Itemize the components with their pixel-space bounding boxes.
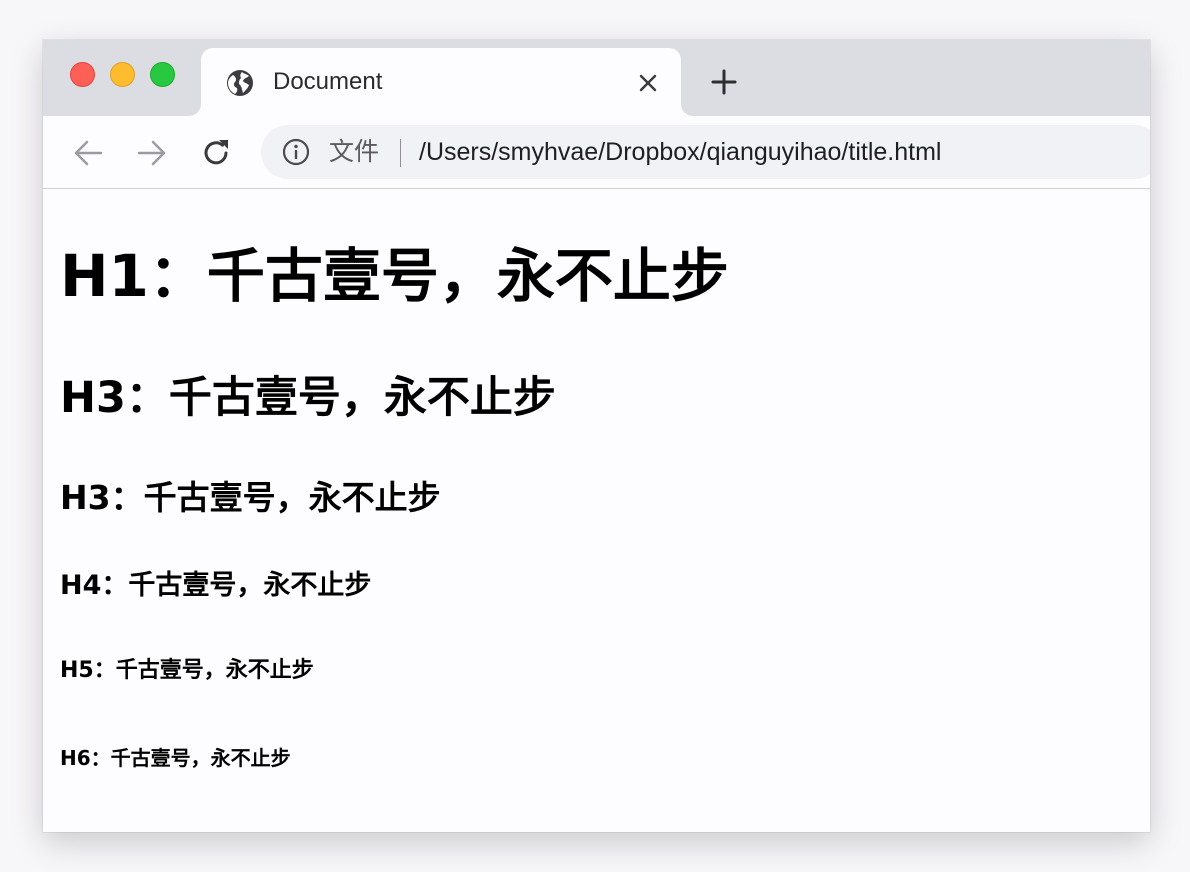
tab-title: Document [273,68,383,95]
plus-icon[interactable] [708,66,740,98]
browser-window: Document 文件 /Users/smyhvae/Dropbox/qiang… [43,40,1150,832]
window-close-button[interactable] [70,62,95,87]
address-bar[interactable]: 文件 /Users/smyhvae/Dropbox/qianguyihao/ti… [261,125,1150,179]
title-bar: Document [43,40,1150,116]
scheme-label: 文件 [329,137,380,166]
url-text[interactable]: /Users/smyhvae/Dropbox/qianguyihao/title… [419,137,941,167]
heading-h6: H6：千古壹号，永不止步 [60,746,291,770]
omnibox-divider [400,139,401,167]
heading-h5: H5：千古壹号，永不止步 [60,658,314,683]
heading-h1: H1：千古壹号，永不止步 [60,242,729,310]
heading-h2: H3：千古壹号，永不止步 [60,373,556,423]
toolbar: 文件 /Users/smyhvae/Dropbox/qianguyihao/ti… [43,116,1150,189]
window-minimize-button[interactable] [110,62,135,87]
arrow-left-icon[interactable] [71,136,105,170]
heading-h3: H3：千古壹号，永不止步 [60,478,441,517]
close-icon[interactable] [635,70,661,96]
arrow-right-icon[interactable] [135,136,169,170]
globe-icon [227,70,253,96]
info-icon[interactable] [281,137,311,167]
window-maximize-button[interactable] [150,62,175,87]
page-content: H1：千古壹号，永不止步 H3：千古壹号，永不止步 H3：千古壹号，永不止步 H… [43,189,1150,832]
reload-icon[interactable] [199,136,233,170]
heading-h4: H4：千古壹号，永不止步 [60,570,372,601]
tab-document[interactable]: Document [201,48,681,116]
